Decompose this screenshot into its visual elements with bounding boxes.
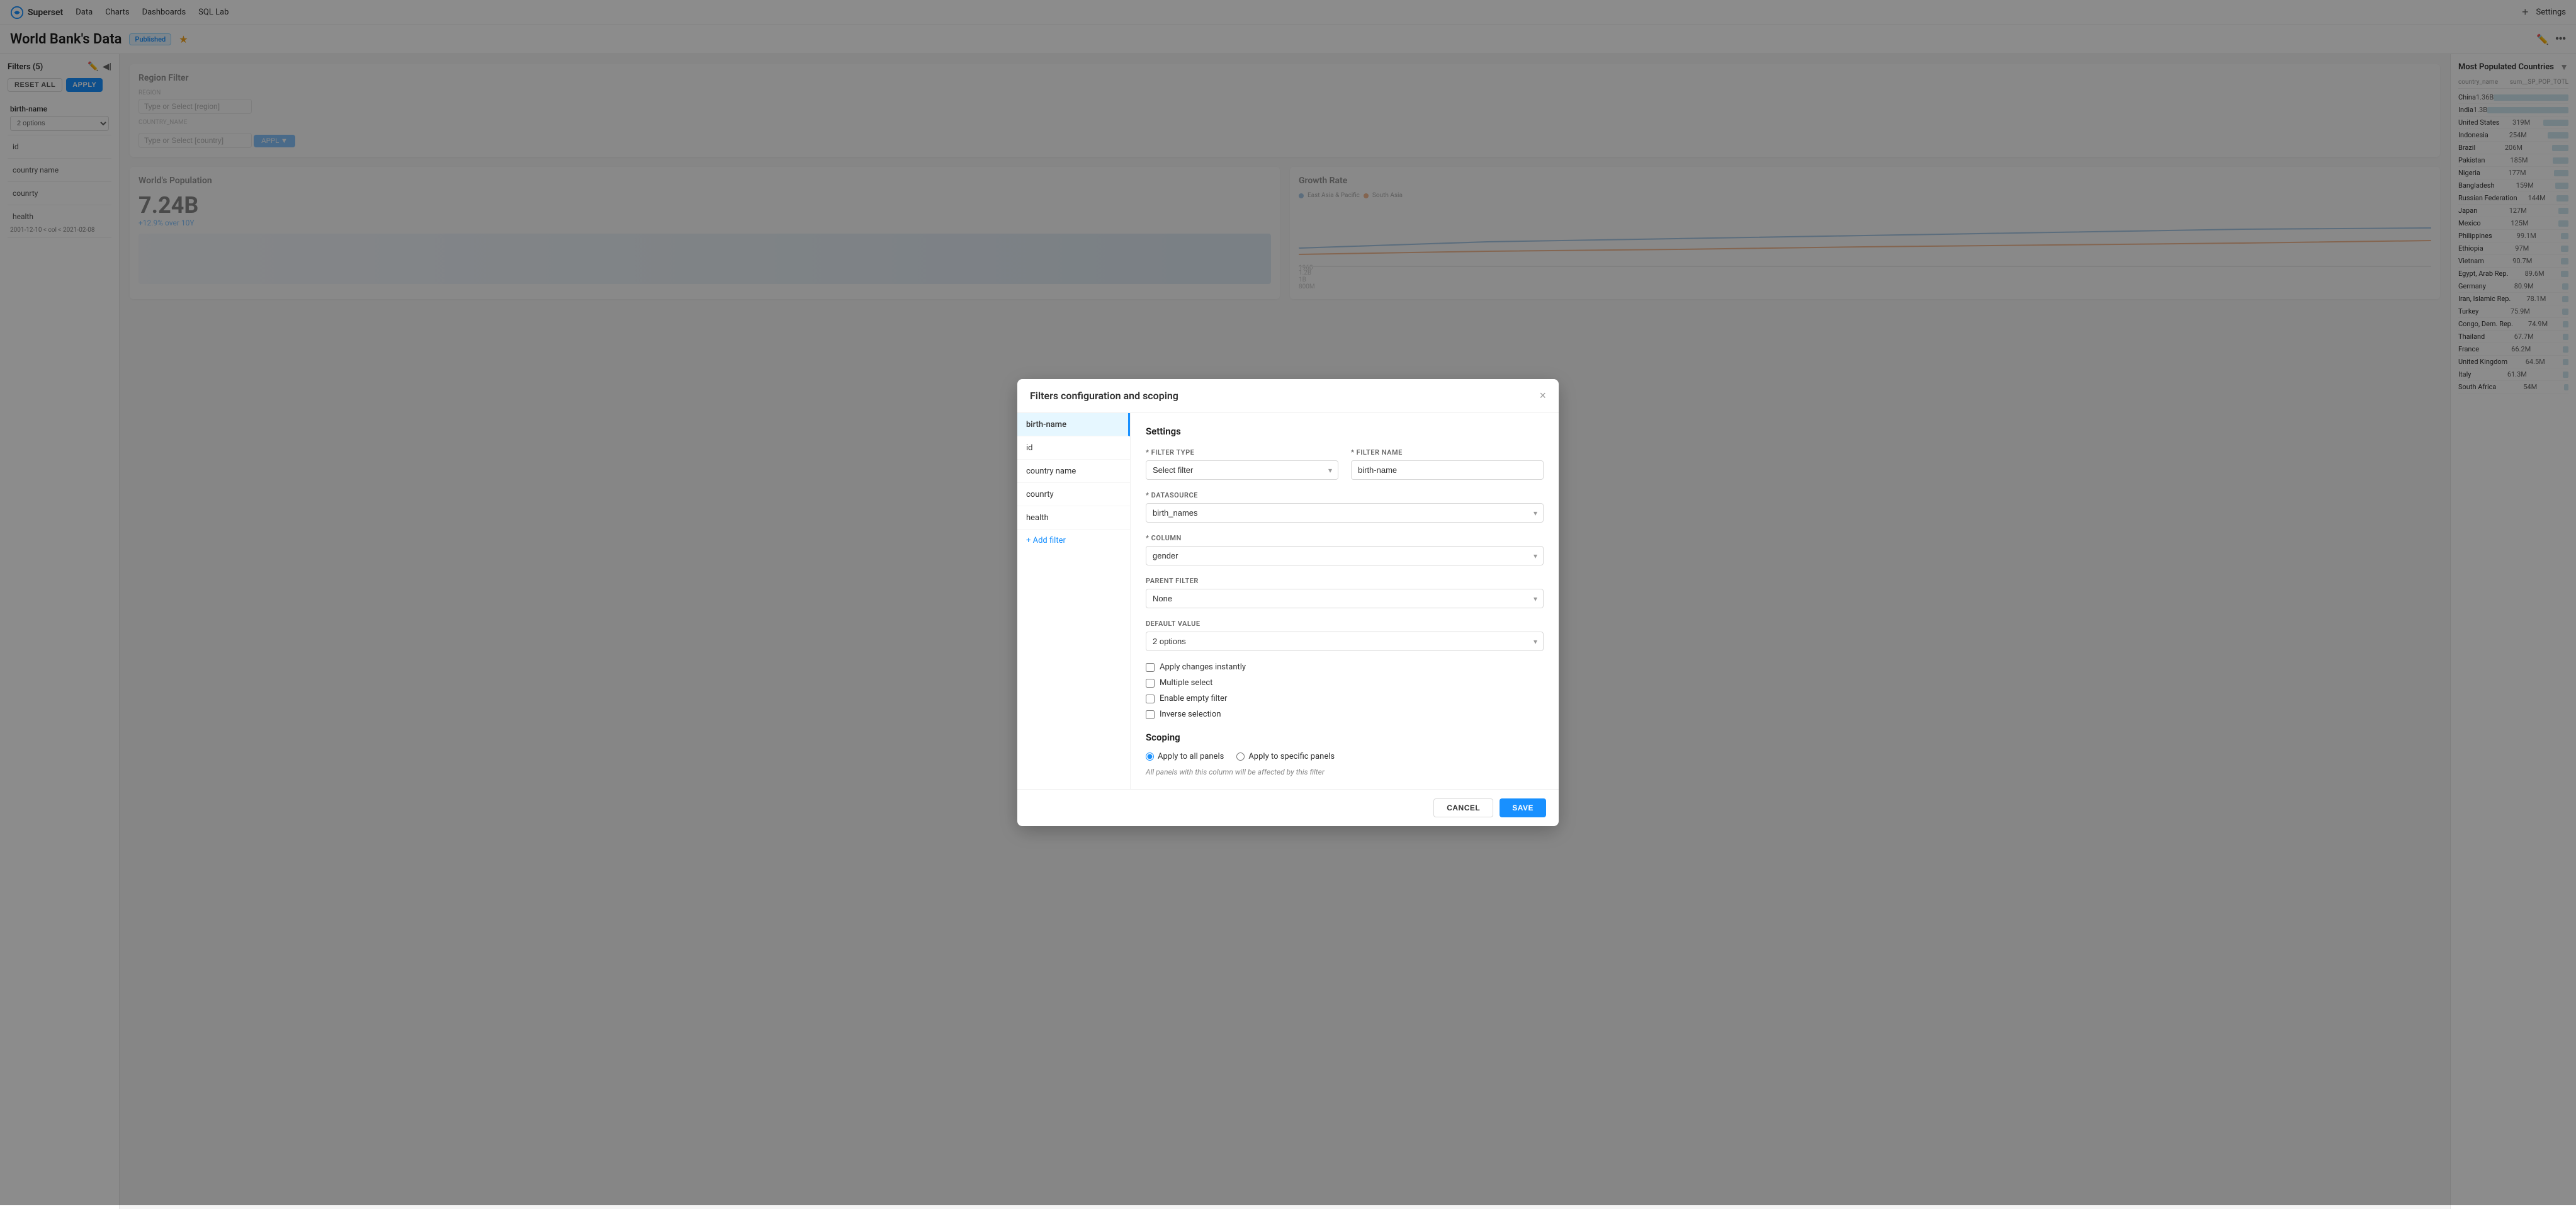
cancel-button[interactable]: CANCEL [1433, 798, 1493, 817]
inverse-selection-label: Inverse selection [1160, 710, 1221, 719]
filter-name-label: * FILTER NAME [1351, 448, 1544, 457]
scoping-title: Scoping [1146, 732, 1544, 743]
multiple-select-input[interactable] [1146, 679, 1155, 688]
enable-empty-filter-checkbox[interactable]: Enable empty filter [1146, 694, 1544, 703]
filter-name-group: * FILTER NAME [1351, 448, 1544, 480]
apply-specific-label: Apply to specific panels [1248, 752, 1335, 761]
parent-filter-select[interactable]: None [1146, 589, 1544, 608]
scoping-radio-group: Apply to all panels Apply to specific pa… [1146, 752, 1544, 761]
save-button[interactable]: SAVE [1500, 798, 1546, 817]
modal-filter-item-country-name[interactable]: country name 🗑 [1017, 460, 1130, 483]
datasource-label: * DATASOURCE [1146, 491, 1544, 499]
datasource-select[interactable]: birth_names [1146, 503, 1544, 523]
modal-filter-item-health[interactable]: health 🗑 [1017, 506, 1130, 530]
apply-all-radio-input[interactable] [1146, 752, 1154, 761]
datasource-select-wrapper: birth_names [1146, 503, 1544, 523]
filter-type-label: * FILTER TYPE [1146, 448, 1338, 457]
modal-overlay[interactable]: Filters configuration and scoping × birt… [0, 0, 2576, 1205]
apply-specific-panels-radio[interactable]: Apply to specific panels [1236, 752, 1335, 761]
apply-instantly-checkbox[interactable]: Apply changes instantly [1146, 662, 1544, 672]
modal-filter-item-counrty[interactable]: counrty 🗑 [1017, 483, 1130, 506]
column-select-wrapper: gender [1146, 546, 1544, 565]
apply-specific-radio-input[interactable] [1236, 752, 1245, 761]
scoping-note: All panels with this column will be affe… [1146, 768, 1544, 776]
default-value-select-wrapper: 2 options [1146, 632, 1544, 651]
multiple-select-label: Multiple select [1160, 678, 1212, 688]
modal-header: Filters configuration and scoping × [1017, 379, 1559, 413]
enable-empty-filter-label: Enable empty filter [1160, 694, 1227, 703]
filter-type-name-row: * FILTER TYPE Select filter * FILTER NAM… [1146, 448, 1544, 480]
modal-filter-list: birth-name 🗑 id 🗑 country name 🗑 counrty… [1017, 413, 1131, 789]
inverse-selection-checkbox[interactable]: Inverse selection [1146, 710, 1544, 719]
column-select[interactable]: gender [1146, 546, 1544, 565]
scoping-section: Scoping Apply to all panels Apply to spe… [1146, 732, 1544, 776]
filters-config-modal: Filters configuration and scoping × birt… [1017, 379, 1559, 826]
modal-filter-item-id[interactable]: id 🗑 [1017, 436, 1130, 460]
filter-type-select[interactable]: Select filter [1146, 460, 1338, 480]
inverse-selection-input[interactable] [1146, 710, 1155, 719]
settings-title: Settings [1146, 426, 1544, 437]
multiple-select-checkbox[interactable]: Multiple select [1146, 678, 1544, 688]
column-label: * COLUMN [1146, 534, 1544, 542]
parent-filter-group: PARENT FILTER None [1146, 577, 1544, 608]
filter-name-input[interactable] [1351, 460, 1544, 480]
default-value-group: DEFAULT VALUE 2 options [1146, 620, 1544, 651]
datasource-group: * DATASOURCE birth_names [1146, 491, 1544, 523]
default-value-label: DEFAULT VALUE [1146, 620, 1544, 628]
apply-all-label: Apply to all panels [1158, 752, 1224, 761]
filter-type-group: * FILTER TYPE Select filter [1146, 448, 1338, 480]
apply-instantly-label: Apply changes instantly [1160, 662, 1246, 672]
parent-filter-label: PARENT FILTER [1146, 577, 1544, 585]
modal-settings-panel: Settings * FILTER TYPE Select filter * F… [1131, 413, 1559, 789]
enable-empty-filter-input[interactable] [1146, 695, 1155, 703]
add-filter-button[interactable]: + Add filter [1017, 530, 1130, 552]
parent-filter-select-wrapper: None [1146, 589, 1544, 608]
apply-all-panels-radio[interactable]: Apply to all panels [1146, 752, 1224, 761]
modal-title: Filters configuration and scoping [1030, 390, 1178, 402]
default-value-select[interactable]: 2 options [1146, 632, 1544, 651]
filter-type-select-wrapper: Select filter [1146, 460, 1338, 480]
modal-body: birth-name 🗑 id 🗑 country name 🗑 counrty… [1017, 413, 1559, 789]
modal-filter-item-birth-name[interactable]: birth-name 🗑 [1017, 413, 1130, 436]
modal-footer: CANCEL SAVE [1017, 789, 1559, 826]
apply-instantly-input[interactable] [1146, 663, 1155, 672]
column-group: * COLUMN gender [1146, 534, 1544, 565]
options-checkboxes: Apply changes instantly Multiple select … [1146, 662, 1544, 719]
modal-close-button[interactable]: × [1539, 389, 1546, 402]
